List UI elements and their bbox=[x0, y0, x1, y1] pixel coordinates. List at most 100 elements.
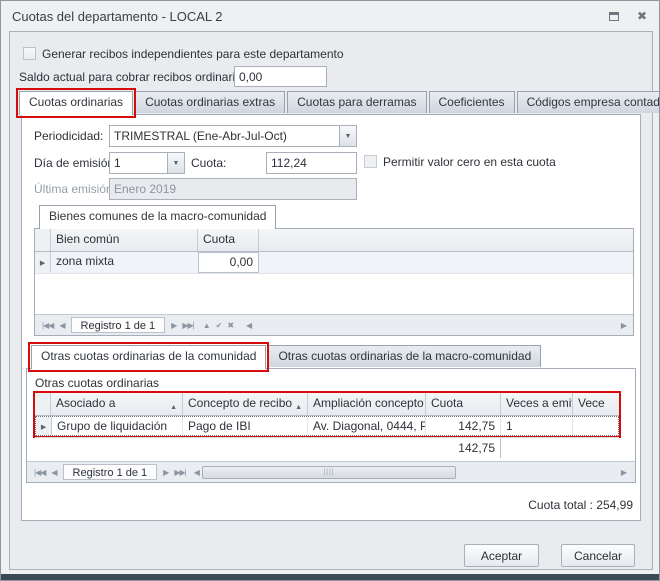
scroll-right-icon[interactable]: ▶ bbox=[621, 468, 626, 477]
restore-icon bbox=[609, 12, 619, 21]
scroll-left-icon[interactable]: ◀ bbox=[246, 321, 251, 330]
row-marker-icon: ▶ bbox=[36, 417, 52, 435]
nav-next-icon[interactable]: ▶ bbox=[171, 321, 176, 330]
close-button[interactable]: ✖ bbox=[633, 8, 651, 24]
nav-next-icon[interactable]: ▶ bbox=[163, 468, 168, 477]
sort-asc-icon: ▲ bbox=[295, 400, 302, 415]
summary-cuota-value: 142,75 bbox=[426, 438, 501, 458]
cell-bien-comun[interactable]: zona mixta bbox=[51, 252, 198, 272]
restore-button[interactable] bbox=[605, 8, 623, 24]
cuota-label: Cuota: bbox=[191, 156, 226, 171]
cell-veces-a-emitir[interactable]: 1 bbox=[501, 417, 573, 435]
nav-last-icon[interactable]: ▶▶| bbox=[174, 468, 185, 477]
tab-cuotas-para-derramas[interactable]: Cuotas para derramas bbox=[287, 91, 426, 113]
otras-cuotas-grid: Asociado a ▲ Concepto de recibo ▲ Amplia… bbox=[35, 393, 619, 436]
accept-button[interactable]: Aceptar bbox=[464, 544, 539, 567]
scroll-right-icon[interactable]: ▶ bbox=[621, 321, 626, 330]
dialog-window: Cuotas del departamento - LOCAL 2 ✖ Gene… bbox=[0, 0, 660, 581]
table-row[interactable]: ▶ Grupo de liquidación Pago de IBI Av. D… bbox=[35, 416, 619, 436]
generate-independent-checkbox[interactable] bbox=[23, 47, 36, 60]
column-header-bien-comun[interactable]: Bien común bbox=[51, 229, 198, 251]
horizontal-scrollbar[interactable]: ◀ |||| ▶ bbox=[191, 465, 629, 480]
column-header-cuota[interactable]: Cuota bbox=[198, 229, 259, 251]
summary-row: 142,75 bbox=[35, 437, 619, 458]
dialog-title: Cuotas del departamento - LOCAL 2 bbox=[12, 9, 223, 24]
cell-concepto[interactable]: Pago de IBI bbox=[183, 417, 308, 435]
row-indicator-header bbox=[35, 229, 51, 251]
otras-cuotas-section-label: Otras cuotas ordinarias bbox=[35, 376, 159, 391]
permitir-cero-checkbox[interactable] bbox=[364, 155, 377, 168]
column-header-label: Cuota bbox=[203, 232, 235, 247]
title-bar: Cuotas del departamento - LOCAL 2 ✖ bbox=[1, 1, 660, 31]
generate-independent-label: Generar recibos independientes para este… bbox=[42, 47, 344, 62]
column-header-concepto[interactable]: Concepto de recibo ▲ bbox=[183, 393, 308, 415]
otras-cuotas-header-row: Asociado a ▲ Concepto de recibo ▲ Amplia… bbox=[35, 393, 619, 416]
column-header-ampliacion[interactable]: Ampliación concepto bbox=[308, 393, 426, 415]
nav-last-icon[interactable]: ▶▶| bbox=[182, 321, 193, 330]
tab-coeficientes[interactable]: Coeficientes bbox=[429, 91, 515, 113]
bienes-comunes-pager: |◀◀ ◀ Registro 1 de 1 ▶ ▶▶| ▲ ✔ ✖ ◀ ▶ bbox=[35, 314, 633, 335]
bienes-comunes-tab-strip: Bienes comunes de la macro-comunidad bbox=[39, 205, 278, 229]
row-indicator-header bbox=[35, 393, 51, 415]
ultima-emision-label: Última emisión: bbox=[34, 182, 116, 197]
cell-ampliacion[interactable]: Av. Diagonal, 0444, PBJ02 bbox=[308, 417, 426, 435]
tab-cuotas-ordinarias[interactable]: Cuotas ordinarias bbox=[19, 91, 133, 115]
nav-edit-icon[interactable]: ▲ bbox=[203, 321, 210, 330]
dia-emision-value: 1 bbox=[110, 153, 167, 173]
record-position-label: Registro 1 de 1 bbox=[63, 464, 158, 480]
nav-prev-icon[interactable]: ◀ bbox=[51, 468, 56, 477]
nav-prev-icon[interactable]: ◀ bbox=[59, 321, 64, 330]
column-header-asociado-a[interactable]: Asociado a ▲ bbox=[51, 393, 183, 415]
bienes-comunes-header-row: Bien común Cuota bbox=[35, 229, 633, 252]
dia-emision-combo[interactable]: 1 ▼ bbox=[109, 152, 185, 174]
cancel-button[interactable]: Cancelar bbox=[561, 544, 635, 567]
column-header-filler bbox=[259, 229, 633, 251]
column-header-veces-a-emitir[interactable]: Veces a emitir bbox=[501, 393, 573, 415]
cell-asociado-a[interactable]: Grupo de liquidación bbox=[52, 417, 183, 435]
nav-post-icon[interactable]: ✔ bbox=[216, 321, 222, 330]
window-bottom-strip bbox=[1, 574, 660, 580]
chevron-down-icon[interactable]: ▼ bbox=[167, 153, 184, 173]
column-header-label: Veces a emitir bbox=[506, 396, 573, 411]
periodicidad-value: TRIMESTRAL (Ene-Abr-Jul-Oct) bbox=[110, 126, 339, 146]
cell-veces-clipped bbox=[573, 417, 618, 435]
nav-first-icon[interactable]: |◀◀ bbox=[42, 321, 53, 330]
column-header-label: Ampliación concepto bbox=[313, 396, 424, 411]
column-header-label: Bien común bbox=[56, 232, 119, 247]
column-header-veces-clipped[interactable]: Vece bbox=[573, 393, 619, 415]
column-header-label: Concepto de recibo bbox=[188, 396, 292, 411]
scroll-left-icon[interactable]: ◀ bbox=[194, 468, 199, 477]
column-header-cuota[interactable]: Cuota bbox=[426, 393, 501, 415]
nav-cancel-icon[interactable]: ✖ bbox=[227, 321, 233, 330]
saldo-input[interactable]: 0,00 bbox=[234, 66, 327, 87]
otras-cuotas-pager: |◀◀ ◀ Registro 1 de 1 ▶ ▶▶| ◀ |||| ▶ bbox=[27, 461, 635, 482]
cell-cuota[interactable]: 0,00 bbox=[198, 252, 259, 273]
tab-cuotas-ordinarias-extras[interactable]: Cuotas ordinarias extras bbox=[135, 91, 285, 113]
close-icon: ✖ bbox=[637, 9, 647, 23]
saldo-label: Saldo actual para cobrar recibos ordinar… bbox=[19, 70, 251, 85]
otras-cuotas-panel: Otras cuotas ordinarias Asociado a ▲ Con… bbox=[26, 368, 636, 483]
record-position-label: Registro 1 de 1 bbox=[71, 317, 166, 333]
ultima-emision-field: Enero 2019 bbox=[109, 178, 357, 200]
periodicidad-label: Periodicidad: bbox=[34, 129, 103, 144]
tab-codigos-empresa-contadora[interactable]: Códigos empresa contadora bbox=[517, 91, 660, 113]
tab-otras-cuotas-comunidad[interactable]: Otras cuotas ordinarias de la comunidad bbox=[31, 345, 266, 369]
dia-emision-label: Día de emisión: bbox=[34, 156, 117, 171]
table-row[interactable]: ▶ zona mixta 0,00 bbox=[35, 252, 633, 274]
sort-asc-icon: ▲ bbox=[170, 400, 177, 415]
column-header-label: Vece bbox=[578, 396, 605, 411]
nav-first-icon[interactable]: |◀◀ bbox=[34, 468, 45, 477]
permitir-cero-label: Permitir valor cero en esta cuota bbox=[383, 155, 556, 170]
cell-cuota[interactable]: 142,75 bbox=[426, 417, 501, 435]
tab-bienes-comunes-macro[interactable]: Bienes comunes de la macro-comunidad bbox=[39, 205, 276, 229]
scrollbar-thumb[interactable]: |||| bbox=[202, 466, 456, 479]
column-header-label: Cuota bbox=[431, 396, 463, 411]
column-header-label: Asociado a bbox=[56, 396, 115, 411]
periodicidad-combo[interactable]: TRIMESTRAL (Ene-Abr-Jul-Oct) ▼ bbox=[109, 125, 357, 147]
otras-cuotas-tab-strip: Otras cuotas ordinarias de la comunidad … bbox=[31, 345, 543, 369]
cuota-input[interactable]: 112,24 bbox=[266, 152, 357, 174]
grip-icon: |||| bbox=[323, 469, 334, 476]
main-tab-strip: Cuotas ordinarias Cuotas ordinarias extr… bbox=[19, 91, 660, 115]
chevron-down-icon[interactable]: ▼ bbox=[339, 126, 356, 146]
tab-otras-cuotas-macro[interactable]: Otras cuotas ordinarias de la macro-comu… bbox=[268, 345, 541, 367]
